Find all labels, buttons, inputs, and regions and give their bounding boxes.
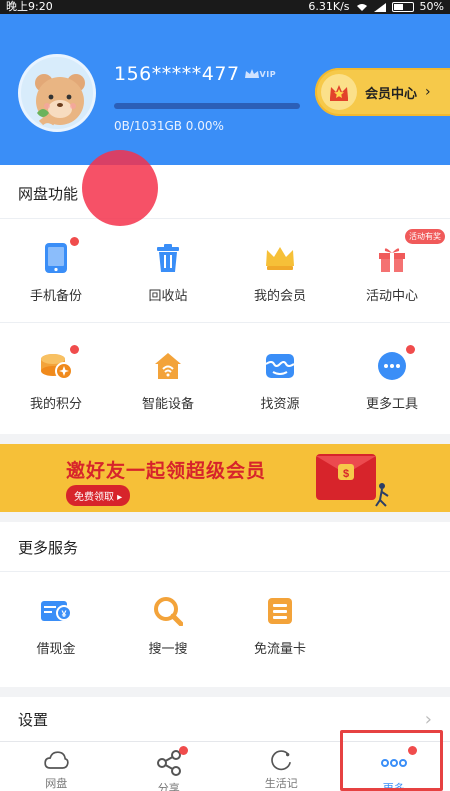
svg-text:¥: ¥ [61,609,66,619]
section-title-more-services: 更多服务 [18,539,79,557]
feature-label: 手机备份 [29,289,82,304]
service-search[interactable]: 搜一搜 [112,594,224,657]
nav-label: 分享 [157,782,180,791]
trash-icon [151,241,185,275]
feature-smart-devices[interactable]: 智能设备 [112,349,224,412]
avatar[interactable] [18,54,96,132]
chevron-right-icon: › [425,84,431,100]
invite-friends-banner[interactable]: 邀好友一起领超级会员 免费领取 ▸ $ [0,444,450,512]
battery-icon [391,2,414,12]
service-label: 借现金 [36,642,76,657]
vip-center-label: 会员中心 [365,86,418,102]
divider [0,571,450,572]
more-tools-icon [375,345,415,383]
life-icon [271,750,292,771]
gift-icon [375,241,409,275]
settings-label: 设置 [18,710,49,729]
service-free-data-card[interactable]: 免流量卡 [224,594,336,657]
service-label: 免流量卡 [253,642,306,657]
status-time: 晚上9:20 [6,0,53,13]
divider [0,218,450,219]
nav-life[interactable]: 生活记 [225,742,338,791]
feature-label: 活动中心 [365,289,418,304]
notification-dot [70,237,79,246]
notification-dot [70,345,79,354]
feature-find-resources[interactable]: 找资源 [224,349,336,412]
netdisk-panel: 网盘功能 手机备份 回收站 我的会员 活动有奖 活动中心 我的积分 智能设备 找… [0,165,450,434]
status-icons: 6.31K/s 50% [308,0,444,14]
profile-header: 156*****477 VIP 0B/1031GB 0.00% 会员中心 › [0,14,450,165]
battery-percent: 50% [419,0,444,13]
nav-label: 生活记 [264,777,298,790]
banner-title: 邀好友一起领超级会员 [66,460,267,482]
banner-free-claim-button[interactable]: 免费领取 ▸ [66,485,131,506]
section-title-netdisk: 网盘功能 [18,185,79,203]
notification-dot [178,746,188,755]
activity-tag: 活动有奖 [405,229,445,244]
feature-label: 更多工具 [365,397,418,412]
feature-label: 我的会员 [253,289,306,304]
phone-number-text: 156*****477 [114,63,240,85]
network-speed: 6.31K/s [308,0,350,13]
nav-more[interactable]: 更多 [338,742,450,791]
service-label: 搜一搜 [148,642,188,657]
phone-number: 156*****477 VIP [114,63,276,85]
more-services-panel: 更多服务 ¥ 借现金 搜一搜 免流量卡 [0,522,450,687]
notification-dot [407,746,417,755]
smart-home-icon [151,349,185,383]
more-dots-icon [379,746,417,778]
crown-icon [263,241,297,275]
chevron-right-icon: › [424,708,432,730]
storage-text: 0B/1031GB 0.00% [114,119,224,133]
crown-icon [330,85,348,101]
feature-phone-backup[interactable]: 手机备份 [0,237,112,304]
nav-label: 网盘 [45,777,68,790]
vip-crown-icon [244,69,259,78]
phone-icon [39,237,79,275]
share-icon [154,746,188,778]
feature-label: 回收站 [148,289,188,304]
vip-center-icon [321,74,357,110]
svg-text:$: $ [343,468,349,480]
vip-center-button[interactable]: 会员中心 › [315,68,450,116]
nav-netdisk[interactable]: 网盘 [0,742,113,791]
services-row: ¥ 借现金 搜一搜 免流量卡 [0,594,450,657]
feature-my-points[interactable]: 我的积分 [0,345,112,412]
status-bar: 晚上9:20 6.31K/s 50% [0,0,450,14]
red-envelope-icon: $ [316,454,389,507]
feature-label: 我的积分 [29,397,82,412]
feature-my-membership[interactable]: 我的会员 [224,241,336,304]
wifi-icon [356,3,367,11]
bottom-nav: 网盘 分享 生活记 更多 [0,741,450,791]
nav-share[interactable]: 分享 [113,742,226,791]
nav-label: 更多 [382,782,405,791]
feature-activity-center[interactable]: 活动有奖 活动中心 [336,229,448,304]
settings-row[interactable]: 设置 › [0,697,450,741]
feature-row-2: 我的积分 智能设备 找资源 更多工具 [0,345,450,412]
bear-avatar-icon [35,74,85,126]
divider [0,322,450,323]
data-card-icon [263,594,297,628]
storage-progress-bar [114,103,300,109]
touch-indicator [82,150,158,226]
find-resource-icon [263,349,297,383]
cash-card-icon: ¥ [39,594,73,628]
feature-label: 找资源 [260,397,300,412]
vip-badge-label: VIP [259,69,277,79]
vip-badge: VIP [244,68,277,80]
feature-more-tools[interactable]: 更多工具 [336,345,448,412]
service-borrow-cash[interactable]: ¥ 借现金 [0,594,112,657]
feature-recycle-bin[interactable]: 回收站 [112,241,224,304]
feature-row-1: 手机备份 回收站 我的会员 活动有奖 活动中心 [0,229,450,304]
feature-label: 智能设备 [141,397,194,412]
notification-dot [406,345,415,354]
cloud-icon [44,751,69,769]
search-icon [151,594,185,628]
signal-icon [373,2,386,12]
coins-icon [39,345,79,383]
